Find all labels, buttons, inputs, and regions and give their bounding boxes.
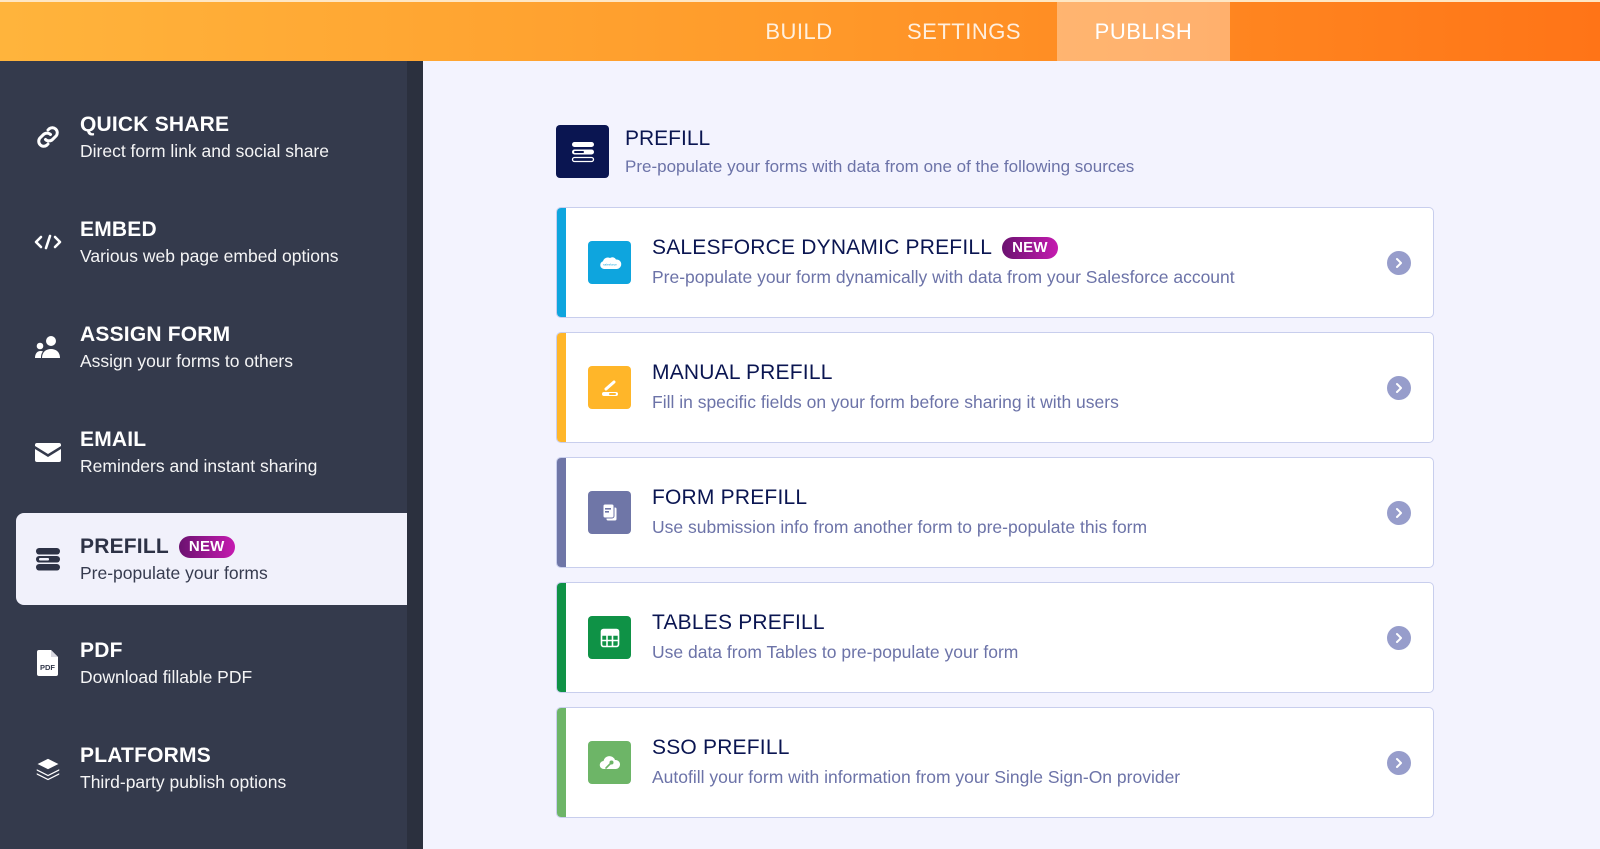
card-accent <box>557 208 566 317</box>
tab-publish[interactable]: PUBLISH <box>1057 2 1230 61</box>
sidebar-item-title: PLATFORMS <box>80 743 211 767</box>
svg-text:salesforce: salesforce <box>603 262 617 266</box>
sidebar-item-embed[interactable]: EMBED Various web page embed options <box>16 196 407 288</box>
users-icon <box>16 332 80 362</box>
card-title: FORM PREFILL <box>652 486 808 509</box>
documents-icon <box>588 491 631 534</box>
svg-text:PDF: PDF <box>40 663 55 672</box>
card-description: Fill in specific fields on your form bef… <box>652 392 1119 412</box>
card-accent <box>557 583 566 692</box>
sidebar-item-title: PREFILL NEW <box>80 535 268 559</box>
layers-icon <box>16 753 80 783</box>
chevron-right-icon[interactable] <box>1387 250 1411 275</box>
card-manual-prefill[interactable]: MANUAL PREFILL Fill in specific fields o… <box>556 332 1434 443</box>
sidebar-item-subtitle: Various web page embed options <box>80 245 339 266</box>
card-title: MANUAL PREFILL <box>652 361 833 384</box>
card-title: SALESFORCE DYNAMIC PREFILL NEW <box>652 236 1235 260</box>
card-salesforce-dynamic-prefill[interactable]: salesforce SALESFORCE DYNAMIC PREFILL NE… <box>556 207 1434 318</box>
sidebar-item-pdf[interactable]: PDF PDF Download fillable PDF <box>16 617 407 709</box>
card-tables-prefill[interactable]: TABLES PREFILL Use data from Tables to p… <box>556 582 1434 693</box>
sidebar-item-platforms[interactable]: PLATFORMS Third-party publish options <box>16 722 407 814</box>
card-description: Use data from Tables to pre-populate you… <box>652 642 1019 662</box>
sidebar-item-subtitle: Reminders and instant sharing <box>80 455 318 476</box>
prefill-icon <box>16 544 80 574</box>
code-icon <box>16 227 80 257</box>
sidebar-item-title: QUICK SHARE <box>80 112 230 136</box>
card-accent <box>557 458 566 567</box>
card-title: SSO PREFILL <box>652 736 790 759</box>
publish-sidebar: QUICK SHARE Direct form link and social … <box>0 61 407 849</box>
new-badge: NEW <box>1002 237 1058 259</box>
envelope-icon <box>16 437 80 467</box>
pencil-icon <box>588 366 631 409</box>
prefill-header: PREFILL Pre-populate your forms with dat… <box>556 125 1134 178</box>
new-badge: NEW <box>178 535 235 558</box>
card-form-prefill[interactable]: FORM PREFILL Use submission info from an… <box>556 457 1434 568</box>
page-title: PREFILL <box>625 126 711 150</box>
sidebar-item-subtitle: Third-party publish options <box>80 771 287 792</box>
sidebar-item-prefill[interactable]: PREFILL NEW Pre-populate your forms <box>16 513 407 605</box>
sidebar-item-title: PDF <box>80 638 123 662</box>
card-description: Autofill your form with information from… <box>652 767 1181 787</box>
sidebar-item-assign-form[interactable]: ASSIGN FORM Assign your forms to others <box>16 301 407 393</box>
chevron-right-icon[interactable] <box>1387 375 1411 400</box>
card-accent <box>557 708 566 817</box>
sidebar-item-subtitle: Direct form link and social share <box>80 140 329 161</box>
card-sso-prefill[interactable]: SSO PREFILL Autofill your form with info… <box>556 707 1434 818</box>
sidebar-item-title: EMBED <box>80 217 157 241</box>
tab-settings[interactable]: SETTINGS <box>871 2 1057 61</box>
chevron-right-icon[interactable] <box>1387 750 1411 775</box>
sidebar-divider <box>407 61 423 849</box>
card-description: Pre-populate your form dynamically with … <box>652 267 1235 287</box>
table-grid-icon <box>588 616 631 659</box>
chevron-right-icon[interactable] <box>1387 625 1411 650</box>
sidebar-item-title: EMAIL <box>80 427 147 451</box>
sidebar-item-title-text: PREFILL <box>80 534 169 558</box>
page-subtitle: Pre-populate your forms with data from o… <box>625 156 1135 176</box>
card-title: TABLES PREFILL <box>652 611 825 634</box>
link-icon <box>16 122 80 152</box>
cloud-key-icon <box>588 741 631 784</box>
sidebar-item-subtitle: Pre-populate your forms <box>80 562 268 583</box>
main-tabs: BUILD SETTINGS PUBLISH <box>727 2 1230 61</box>
top-navigation-bar: BUILD SETTINGS PUBLISH <box>0 0 1600 61</box>
card-description: Use submission info from another form to… <box>652 517 1148 537</box>
salesforce-icon: salesforce <box>588 241 631 284</box>
card-title-text: SALESFORCE DYNAMIC PREFILL <box>652 236 993 259</box>
sidebar-item-subtitle: Assign your forms to others <box>80 350 293 371</box>
sidebar-item-subtitle: Download fillable PDF <box>80 666 253 687</box>
sidebar-item-quick-share[interactable]: QUICK SHARE Direct form link and social … <box>16 91 407 183</box>
tab-build[interactable]: BUILD <box>727 2 871 61</box>
prefill-icon <box>556 125 609 178</box>
sidebar-item-title: ASSIGN FORM <box>80 322 231 346</box>
card-accent <box>557 333 566 442</box>
prefill-panel: PREFILL Pre-populate your forms with dat… <box>423 61 1600 849</box>
sidebar-item-email[interactable]: EMAIL Reminders and instant sharing <box>16 406 407 498</box>
chevron-right-icon[interactable] <box>1387 500 1411 525</box>
pdf-icon: PDF <box>16 648 80 678</box>
